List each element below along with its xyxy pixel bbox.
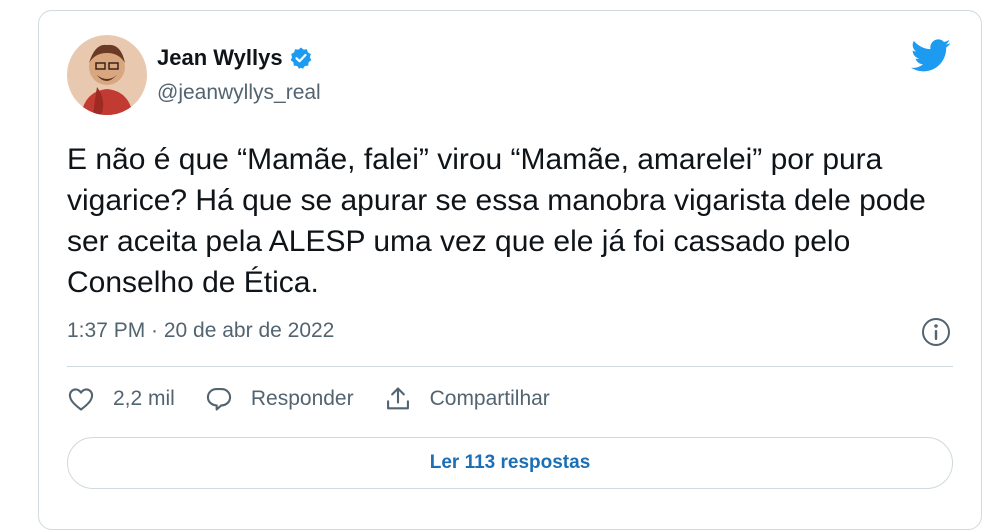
share-icon [386,387,409,410]
divider [67,366,953,367]
avatar[interactable] [67,35,147,115]
speech-bubble-icon [206,388,231,411]
heart-icon [68,388,94,411]
read-replies-button[interactable]: Ler 113 respostas [67,437,953,489]
like-count: 2,2 mil [113,387,175,410]
tweet-timestamp[interactable]: 1:37 PM · 20 de abr de 2022 [67,319,334,343]
author-handle[interactable]: @jeanwyllys_real [157,81,321,105]
twitter-bird-icon[interactable] [911,39,951,73]
action-bar: 2,2 mil Responder Compartilhar [67,385,580,413]
tweet-text: E não é que “Mamãe, falei” virou “Mamãe,… [67,143,926,299]
like-button[interactable]: 2,2 mil [67,385,175,413]
info-icon[interactable] [921,317,951,347]
avatar-illustration-icon [67,35,147,115]
author-row: Jean Wyllys [157,45,313,71]
reply-button[interactable]: Responder [205,385,354,413]
share-button[interactable]: Compartilhar [384,385,550,413]
author-name[interactable]: Jean Wyllys [157,45,283,71]
share-label: Compartilhar [429,387,550,410]
reply-label: Responder [250,387,354,410]
verified-badge-icon [289,46,313,70]
tweet-card: Jean Wyllys @jeanwyllys_real E não é que… [38,10,982,530]
